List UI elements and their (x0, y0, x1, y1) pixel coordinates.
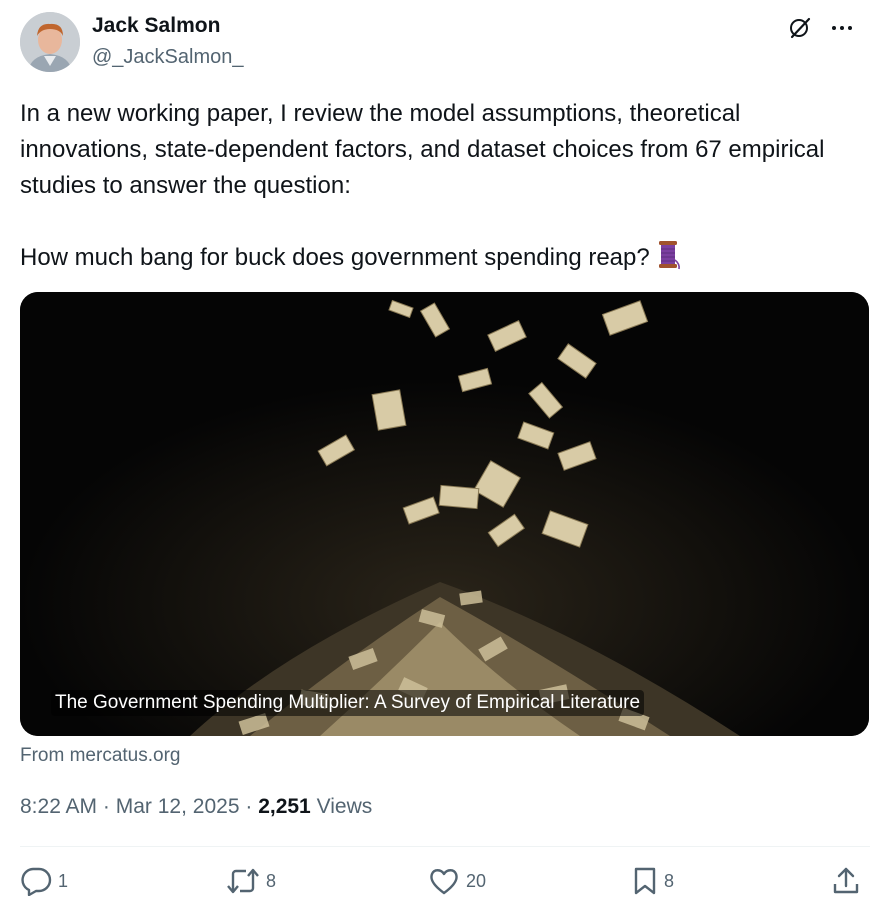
bookmark-icon (634, 867, 656, 895)
views-count: 2,251 (258, 795, 311, 818)
meta-separator: · (102, 795, 110, 818)
views-label: Views (316, 795, 373, 818)
like-icon (430, 869, 458, 895)
bookmark-button[interactable]: 8 (632, 866, 674, 896)
reply-button[interactable]: 1 (20, 866, 68, 896)
avatar[interactable] (20, 12, 80, 72)
reply-icon (21, 867, 52, 896)
grok-icon[interactable] (786, 14, 814, 42)
reply-count: 1 (58, 870, 69, 891)
card-source[interactable]: From mercatus.org (20, 745, 180, 767)
bookmark-count: 8 (664, 870, 675, 891)
tweet-time[interactable]: 8:22 AM (20, 795, 97, 818)
tweet-text: In a new working paper, I review the mod… (20, 100, 825, 271)
repost-icon (227, 868, 259, 894)
money-image (20, 292, 869, 736)
like-button[interactable]: 20 (428, 866, 486, 896)
divider (20, 846, 870, 847)
action-bar: 1 8 20 8 (20, 866, 866, 906)
thread-emoji-icon (656, 240, 682, 281)
like-count: 20 (466, 870, 487, 891)
tweet-meta: 8:22 AM · Mar 12, 2025 · 2,251 Views (20, 795, 372, 819)
tweet-date[interactable]: Mar 12, 2025 (116, 795, 240, 818)
tweet-text-block: In a new working paper, I review the mod… (20, 96, 850, 281)
author-name[interactable]: Jack Salmon (92, 14, 220, 38)
author-handle[interactable]: @_JackSalmon_ (92, 46, 243, 69)
share-button[interactable] (832, 866, 860, 896)
repost-button[interactable]: 8 (226, 866, 276, 896)
more-icon[interactable] (828, 14, 856, 42)
share-icon (833, 867, 859, 894)
avatar-image (20, 12, 80, 72)
repost-count: 8 (266, 870, 277, 891)
meta-separator: · (245, 795, 253, 818)
link-card[interactable]: The Government Spending Multiplier: A Su… (20, 292, 869, 736)
card-title: The Government Spending Multiplier: A Su… (51, 690, 645, 716)
